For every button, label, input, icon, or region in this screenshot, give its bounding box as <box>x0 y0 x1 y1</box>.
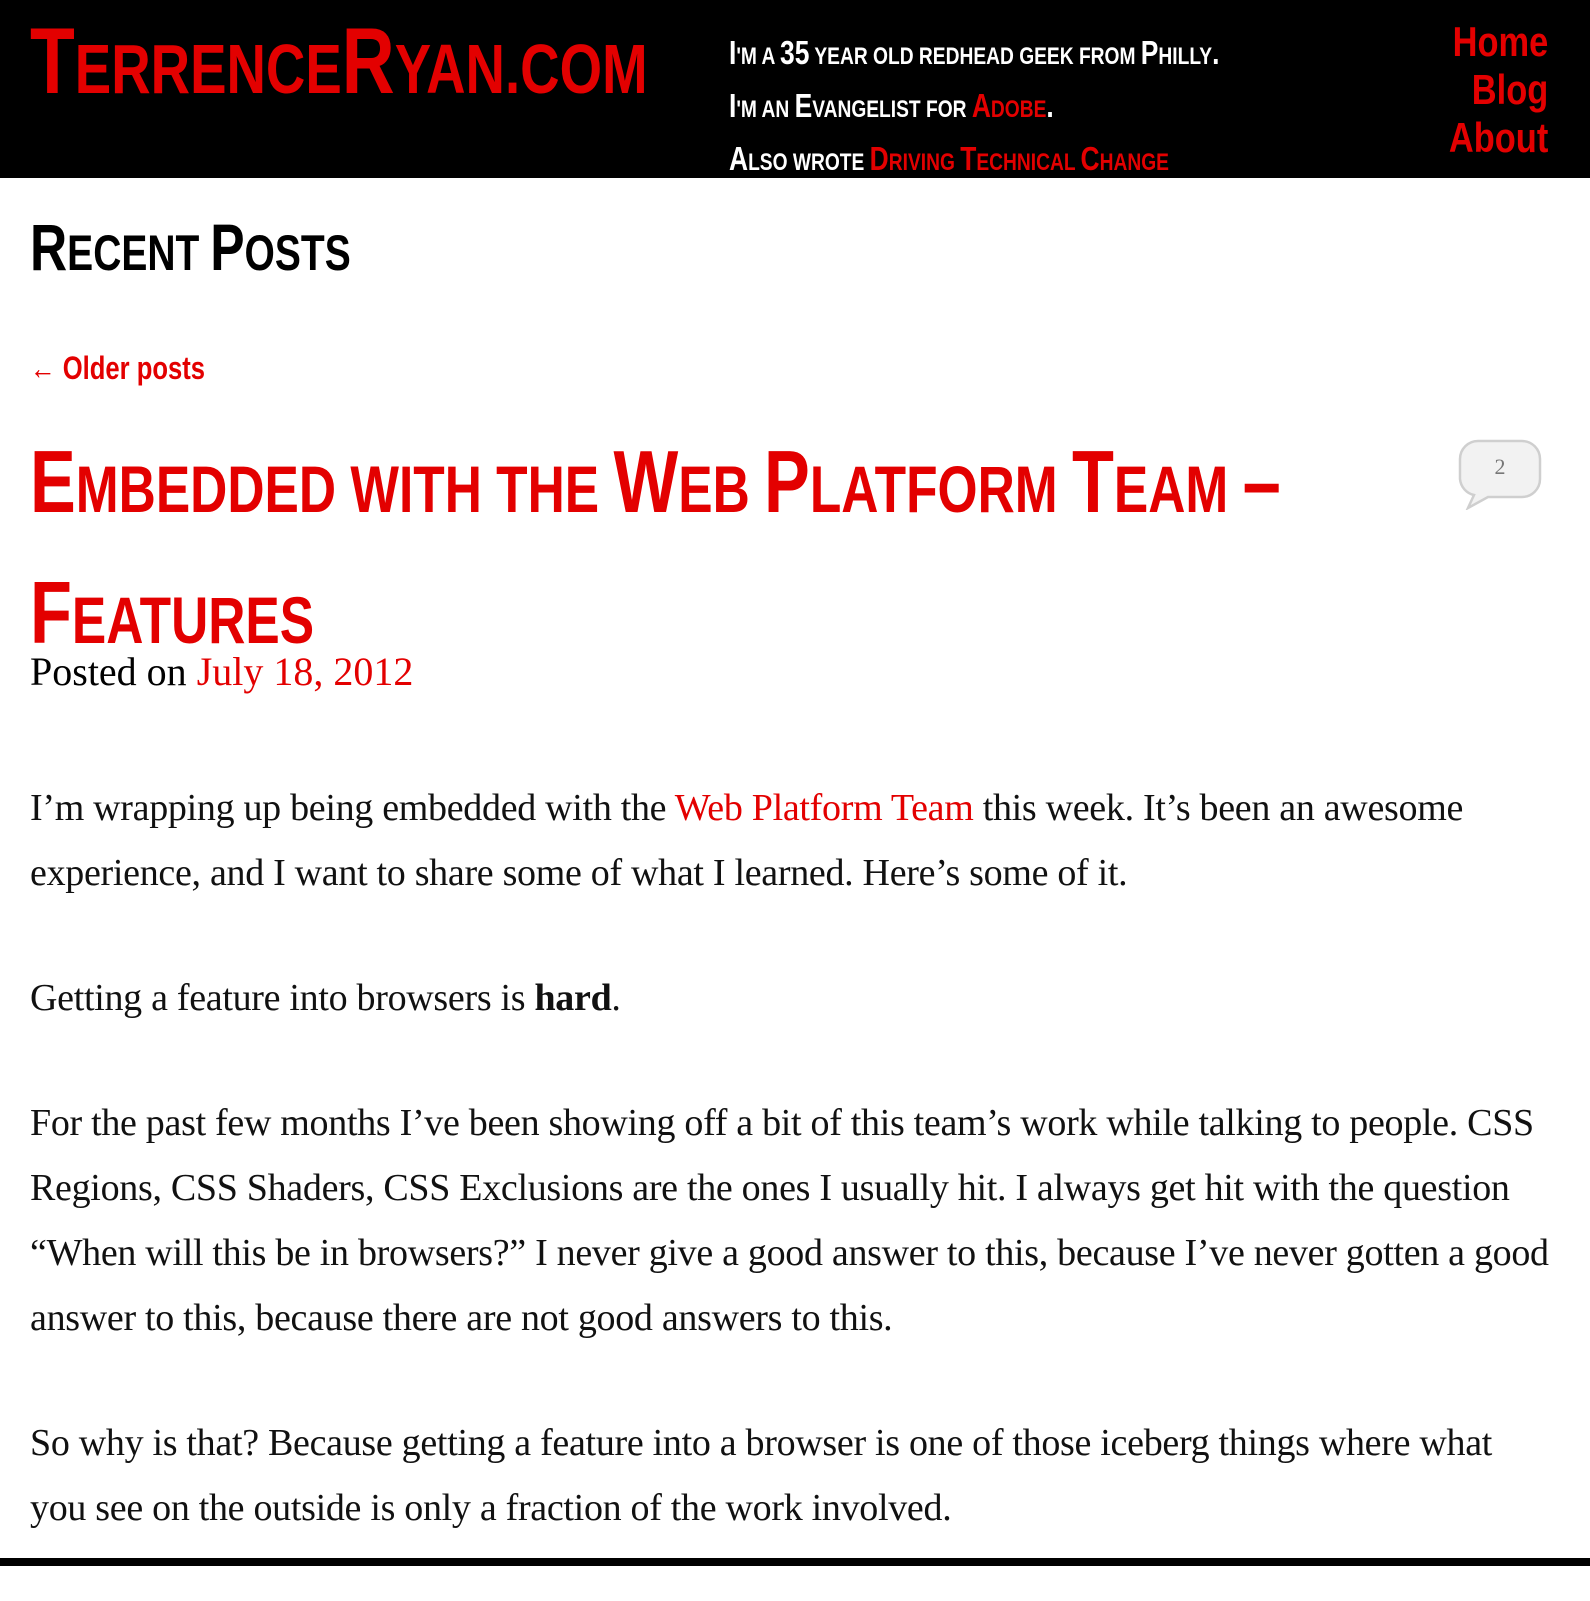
tagline-line-1-run-3: YEAR OLD REDHEAD GEEK FROM <box>809 43 1141 70</box>
recent-posts-osts: OSTS <box>244 225 351 281</box>
tagline-line-3-run-6: C <box>1080 140 1100 177</box>
tagline-line-2-run-6: . <box>1046 87 1054 124</box>
post-title-line-1-run-0: E <box>30 432 76 531</box>
post-meta: Posted on July 18, 2012 <box>30 648 413 695</box>
site-header: TERRENCERYAN.COM I'M A 35 YEAR OLD REDHE… <box>0 0 1590 178</box>
paragraph-4: So why is that? Because getting a featur… <box>30 1422 1493 1529</box>
post-title-line-1-run-3: EB <box>678 452 765 526</box>
tagline-line-1: I'M A 35 YEAR OLD REDHEAD GEEK FROM PHIL… <box>729 30 1219 83</box>
site-title-r: R <box>341 8 395 113</box>
post-title-line-1-run-7: EAM <box>1113 452 1243 526</box>
site-title-link[interactable]: TERRENCERYAN.COM <box>30 14 648 108</box>
paragraph-1: I’m wrapping up being embedded with the … <box>30 776 1550 906</box>
tagline-line-3-run-5: ECHNICAL <box>976 149 1081 176</box>
tagline-line-3-run-0: A <box>729 140 749 177</box>
tagline-line-1-run-4: P <box>1140 34 1159 71</box>
tagline-line-3-run-7: HANGE <box>1099 149 1169 176</box>
main-nav: Home Blog About <box>1427 18 1548 162</box>
p2-text-after: . <box>611 977 621 1019</box>
site-title-errence: ERRENCE <box>74 30 342 108</box>
site-tagline: I'M A 35 YEAR OLD REDHEAD GEEK FROM PHIL… <box>729 30 1342 189</box>
site-title-t: T <box>30 8 75 113</box>
post-content: I’m wrapping up being embedded with the … <box>30 776 1550 1601</box>
post-title-line-1: EMBEDDED WITH THE WEB PLATFORM TEAM – <box>30 428 1281 559</box>
nav-home-link[interactable]: Home <box>1449 18 1548 66</box>
post-title-line-1-run-1: MBEDDED WITH THE <box>75 452 614 526</box>
recent-posts-p: P <box>210 210 245 284</box>
tagline-line-3: ALSO WROTE DRIVING TECHNICAL CHANGE <box>729 136 1219 189</box>
posted-on-label: Posted on <box>30 649 197 694</box>
paragraph-2: Getting a feature into browsers is hard. <box>30 966 1550 1031</box>
web-platform-team-link[interactable]: Web Platform Team <box>675 787 974 829</box>
recent-posts-r: R <box>30 210 68 284</box>
p2-bold: hard <box>534 977 612 1019</box>
post-title-line-2-run-1: EATURES <box>71 583 315 657</box>
tagline-line-1-run-1: 'M A <box>736 43 781 70</box>
tagline-line-3-run-2: D <box>869 140 889 177</box>
post-title-line-1-run-2: W <box>613 432 679 531</box>
tagline-line-3-run-3: RIVING <box>888 149 961 176</box>
tagline-line-2-run-5: DOBE <box>990 96 1047 123</box>
post-title-line-1-run-5: LATFORM <box>809 452 1072 526</box>
nav-about-link[interactable]: About <box>1449 114 1548 162</box>
post-title-line-1-run-6: T <box>1071 432 1114 531</box>
bottom-divider <box>0 1558 1590 1566</box>
post-title-line-1-run-4: P <box>764 432 810 531</box>
recent-posts-heading: RECENT POSTS <box>30 214 351 280</box>
tagline-line-1-run-5: HILLY <box>1158 43 1213 70</box>
tagline-line-2: I'M AN EVANGELIST FOR ADOBE. <box>729 83 1219 136</box>
comment-count: 2 <box>1494 454 1506 479</box>
site-title-dotcom: .COM <box>504 30 648 108</box>
tagline-line-2-run-1: 'M AN <box>736 96 795 123</box>
older-posts-link[interactable]: ← Older posts <box>30 350 205 387</box>
p1-text-before: I’m wrapping up being embedded with the <box>30 787 675 829</box>
tagline-line-2-run-2: E <box>794 87 813 124</box>
post-title-line-1-run-8: – <box>1242 432 1281 531</box>
comments-link[interactable]: 2 <box>1458 438 1542 510</box>
tagline-line-1-run-2: 35 <box>780 34 810 71</box>
tagline-line-3-run-1: LSO WROTE <box>748 149 870 176</box>
tagline-line-3-run-4: T <box>960 140 977 177</box>
paragraph-3: For the past few months I’ve been showin… <box>30 1102 1549 1339</box>
site-title-yan: YAN <box>394 30 505 108</box>
tagline-line-2-run-4: A <box>971 87 991 124</box>
post-date-link[interactable]: July 18, 2012 <box>197 649 414 694</box>
recent-posts-ecent: ECENT <box>67 225 211 281</box>
tagline-line-1-run-6: . <box>1212 34 1220 71</box>
tagline-line-2-run-3: VANGELIST FOR <box>812 96 972 123</box>
p2-text-before: Getting a feature into browsers is <box>30 977 535 1019</box>
nav-blog-link[interactable]: Blog <box>1449 66 1548 114</box>
